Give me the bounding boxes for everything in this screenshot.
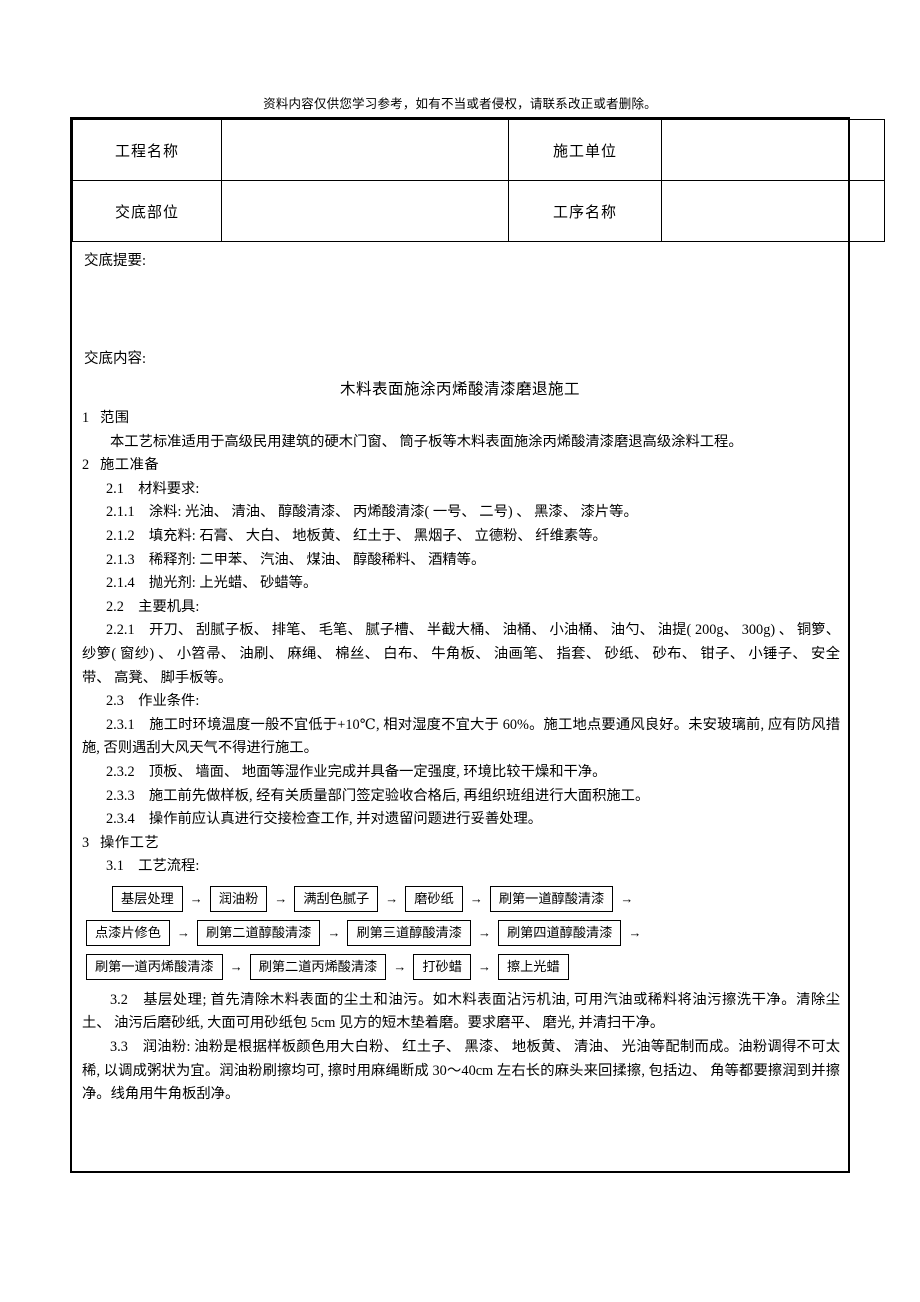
- header-info-table: 工程名称 施工单位 交底部位 工序名称: [72, 119, 885, 242]
- section-3-3: 3.3 润油粉: 油粉是根据样板颜色用大白粉、 红土子、 黑漆、 地板黄、 清油…: [82, 1039, 840, 1103]
- section-2-2-heading: 2.2 主要机具:: [106, 598, 200, 615]
- flow-arrow-icon: →: [176, 924, 190, 940]
- disclaimer-note: 资料内容仅供您学习参考，如有不当或者侵权，请联系改正或者删除。: [263, 97, 657, 111]
- flow-arrow-icon: →: [620, 890, 634, 906]
- field-value-process-name[interactable]: [661, 180, 885, 242]
- flow-step-box[interactable]: 打砂蜡: [413, 953, 471, 980]
- section-2-2-1: 2.2.1 开刀、 刮腻子板、 排笔、 毛笔、 腻子槽、 半截大桶、 油桶、 小…: [82, 622, 840, 686]
- section-2-1-4: 2.1.4 抛光剂: 上光蜡、 砂蜡等。: [106, 575, 318, 592]
- section-2-1-2: 2.1.2 填充料: 石膏、 大白、 地板黄、 红土于、 黑烟子、 立德粉、 纤…: [106, 527, 607, 544]
- flow-step-box[interactable]: 点漆片修色: [86, 919, 170, 946]
- flow-arrow-icon: →: [477, 958, 491, 974]
- table-row: 工程名称 施工单位: [72, 119, 885, 181]
- field-value-disclosure-part[interactable]: [221, 180, 509, 242]
- flow-step-box[interactable]: 刷第一道丙烯酸清漆: [86, 953, 223, 980]
- flow-arrow-icon: →: [628, 924, 642, 940]
- section-3-title: 操作工艺: [100, 834, 160, 851]
- section-3-1-heading: 3.1 工艺流程:: [106, 858, 200, 875]
- flow-arrow-icon: →: [327, 924, 341, 940]
- section-2-3-3: 2.3.3 施工前先做样板, 经有关质量部门签定验收合格后, 再组织班组进行大面…: [106, 787, 650, 804]
- section-1-title: 范围: [100, 410, 130, 426]
- section-2-3-heading: 2.3 作业条件:: [106, 693, 200, 710]
- document-page: 资料内容仅供您学习参考，如有不当或者侵权，请联系改正或者删除。 工程名称 施工单…: [0, 0, 920, 1302]
- flow-arrow-icon: →: [469, 890, 483, 906]
- section-2-3-2: 2.3.2 顶板、 墙面、 地面等湿作业完成并具备一定强度, 环境比较干燥和干净…: [106, 763, 607, 780]
- section-2-title: 施工准备: [100, 457, 160, 474]
- section-2-1-1: 2.1.1 涂料: 光油、 清油、 醇酸清漆、 丙烯酸清漆( 一号、 二号) 、…: [106, 504, 638, 521]
- flow-arrow-icon: →: [393, 958, 407, 974]
- flow-step-box[interactable]: 磨砂纸: [405, 885, 463, 912]
- section-1-number: 1: [82, 410, 90, 426]
- page-title: 木料表面施涂丙烯酸清漆磨退施工: [339, 381, 580, 398]
- section-1-heading: 1 范围: [72, 407, 848, 431]
- field-label-project-name: 工程名称: [72, 119, 222, 181]
- field-label-construction-unit: 施工单位: [508, 119, 662, 181]
- table-row: 交底部位 工序名称: [72, 180, 885, 242]
- content-label: 交底内容:: [84, 351, 147, 367]
- flow-step-box[interactable]: 润油粉: [209, 885, 268, 912]
- section-2-1-3: 2.1.3 稀释剂: 二甲苯、 汽油、 煤油、 醇酸稀料、 酒精等。: [106, 551, 486, 568]
- process-flow-row-1: 基层处理 → 润油粉 → 满刮色腻子 → 磨砂纸 → 刷第一道醇酸清漆 →: [72, 885, 848, 913]
- section-1-body: 本工艺标准适用于高级民用建筑的硬木门窗、 筒子板等木料表面施涂丙烯酸清漆磨退高级…: [110, 433, 743, 450]
- brief-label: 交底提要:: [84, 253, 147, 269]
- field-value-project-name[interactable]: [221, 119, 509, 181]
- flow-spacer: [72, 981, 848, 989]
- section-2-number: 2: [82, 457, 90, 474]
- flow-step-box[interactable]: 刷第二道丙烯酸清漆: [249, 953, 387, 980]
- flow-step-box[interactable]: 刷第四道醇酸清漆: [497, 919, 622, 946]
- flow-step-box[interactable]: 满刮色腻子: [294, 885, 379, 912]
- section-3-number: 3: [82, 834, 90, 851]
- flow-arrow-icon: →: [385, 890, 399, 906]
- process-flow-row-2: 点漆片修色 → 刷第二道醇酸清漆 → 刷第三道醇酸清漆 → 刷第四道醇酸清漆 →: [72, 919, 848, 947]
- flow-step-box[interactable]: 刷第二道醇酸清漆: [196, 919, 321, 946]
- section-3-2: 3.2 基层处理; 首先清除木料表面的尘土和油污。如木料表面沾污机油, 可用汽油…: [82, 991, 840, 1032]
- flow-step-box[interactable]: 基层处理: [112, 885, 183, 912]
- flow-arrow-icon: →: [229, 958, 243, 974]
- flow-step-box[interactable]: 刷第三道醇酸清漆: [347, 919, 471, 946]
- flow-step-box[interactable]: 擦上光蜡: [497, 953, 569, 980]
- flow-step-box[interactable]: 刷第一道醇酸清漆: [489, 885, 614, 912]
- flow-arrow-icon: →: [477, 924, 491, 940]
- field-label-disclosure-part: 交底部位: [72, 180, 222, 242]
- document-frame: 工程名称 施工单位 交底部位 工序名称 交底提要: 交底内容: 木料表面施涂丙烯…: [70, 117, 885, 1173]
- field-label-process-name: 工序名称: [508, 180, 662, 242]
- process-flow-row-3: 刷第一道丙烯酸清漆 → 刷第二道丙烯酸清漆 → 打砂蜡 → 擦上光蜡: [72, 953, 848, 981]
- section-2-3-1: 2.3.1 施工时环境温度一般不宜低于+10℃, 相对湿度不宜大于 60%。施工…: [82, 716, 840, 757]
- section-2-1-heading: 2.1 材料要求:: [106, 480, 200, 497]
- section-2-3-4: 2.3.4 操作前应认真进行交接检查工作, 并对遗留问题进行妥善处理。: [106, 811, 543, 828]
- brief-blank-area[interactable]: [72, 271, 848, 349]
- flow-arrow-icon: →: [274, 890, 288, 906]
- field-value-construction-unit[interactable]: [661, 119, 885, 181]
- section-3-heading: 3 操作工艺: [72, 832, 848, 856]
- flow-arrow-icon: →: [189, 890, 203, 906]
- section-2-heading: 2 施工准备: [72, 454, 848, 478]
- document-body: 交底提要: 交底内容: 木料表面施涂丙烯酸清漆磨退施工 1 范围 本工艺标准适用于…: [72, 242, 848, 1107]
